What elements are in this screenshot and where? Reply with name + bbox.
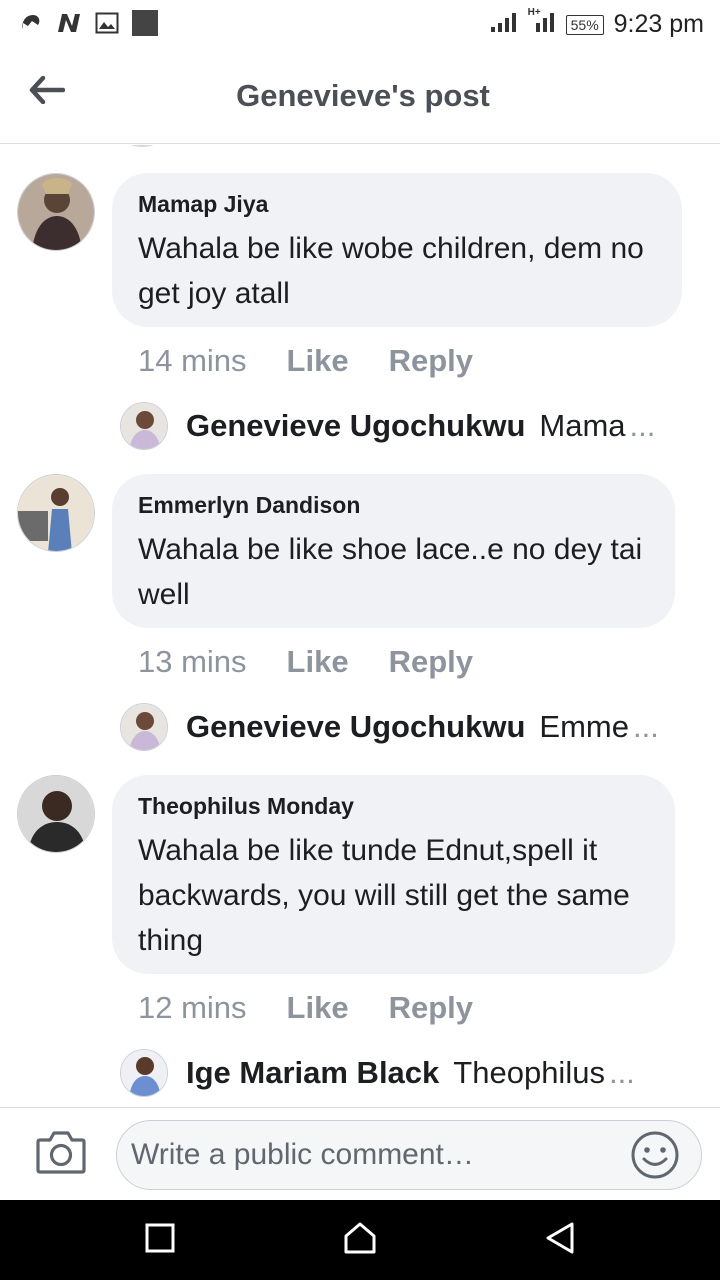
reply-text: Mama: [539, 408, 626, 443]
reply-author: Genevieve Ugochukwu: [186, 408, 526, 443]
reply-text: Theophilus: [453, 1055, 605, 1090]
recents-square-icon: [144, 1222, 176, 1259]
page-title: Genevieve's post: [236, 78, 490, 113]
reply-ellipsis: ...: [629, 408, 656, 443]
signal-icon: [490, 11, 518, 38]
comment-text: Wahala be like tunde Ednut,spell it back…: [138, 834, 630, 957]
comment-composer: [0, 1107, 720, 1200]
network-type-signal-icon: H+: [528, 7, 556, 38]
reply-preview[interactable]: Genevieve Ugochukwu Emme ...: [120, 703, 680, 751]
image-icon: [94, 10, 120, 36]
square-icon: [132, 10, 158, 36]
reply-avatar: [120, 402, 168, 450]
reply-button[interactable]: Reply: [389, 343, 473, 379]
reply-preview[interactable]: Ige Mariam Black Theophilus ...: [120, 1049, 680, 1097]
like-button[interactable]: Like: [287, 990, 349, 1026]
reply-preview[interactable]: Genevieve Ugochukwu Mama ...: [120, 402, 680, 450]
comment-input[interactable]: [116, 1120, 702, 1190]
avatar[interactable]: [17, 474, 95, 552]
battery-icon: 55%: [565, 14, 604, 35]
avatar[interactable]: [17, 173, 95, 251]
comment-meta: 14 mins Like Reply: [138, 343, 473, 379]
reply-button[interactable]: Reply: [389, 990, 473, 1026]
comment-time[interactable]: 12 mins: [138, 990, 247, 1026]
home-icon: [343, 1221, 377, 1260]
camera-button[interactable]: [34, 1128, 88, 1178]
avatar[interactable]: [17, 775, 95, 853]
system-nav-bar: [0, 1200, 720, 1280]
emoji-button[interactable]: [630, 1130, 680, 1180]
reply-ellipsis: ...: [632, 709, 659, 744]
comment-time[interactable]: 13 mins: [138, 644, 247, 680]
comment-bubble[interactable]: Emmerlyn Dandison Wahala be like shoe la…: [112, 474, 675, 628]
comment-meta: 12 mins Like Reply: [138, 990, 473, 1026]
comment-author[interactable]: Theophilus Monday: [138, 793, 649, 820]
clock: 9:23 pm: [613, 10, 704, 38]
app-header: Genevieve's post: [0, 50, 720, 144]
home-button[interactable]: [340, 1220, 380, 1260]
reply-avatar: [120, 703, 168, 751]
comment-meta: 13 mins Like Reply: [138, 644, 473, 680]
nav-back-button[interactable]: [540, 1220, 580, 1260]
status-bar: H+ 55% 9:23 pm: [0, 0, 720, 50]
comment-bubble[interactable]: Theophilus Monday Wahala be like tunde E…: [112, 775, 675, 974]
comment-text: Wahala be like shoe lace..e no dey tai w…: [138, 533, 643, 611]
reply-avatar: [120, 1049, 168, 1097]
comments-feed[interactable]: Mamap Jiya Wahala be like wobe children,…: [0, 145, 720, 1107]
like-button[interactable]: Like: [287, 644, 349, 680]
reply-author: Ige Mariam Black: [186, 1055, 440, 1090]
back-triangle-icon: [544, 1221, 576, 1260]
reply-ellipsis: ...: [608, 1055, 635, 1090]
smiley-icon: [630, 1131, 680, 1184]
partial-avatar: [127, 145, 157, 147]
comment-bubble[interactable]: Mamap Jiya Wahala be like wobe children,…: [112, 173, 682, 327]
comment-author[interactable]: Emmerlyn Dandison: [138, 492, 649, 519]
reply-author: Genevieve Ugochukwu: [186, 709, 526, 744]
comment-text: Wahala be like wobe children, dem no get…: [138, 232, 644, 310]
n-app-icon: [56, 10, 82, 36]
reply-button[interactable]: Reply: [389, 644, 473, 680]
comment-author[interactable]: Mamap Jiya: [138, 191, 656, 218]
reply-text: Emme: [539, 709, 629, 744]
camera-icon: [34, 1131, 88, 1182]
like-button[interactable]: Like: [287, 343, 349, 379]
messenger-icon: [18, 10, 44, 36]
recents-button[interactable]: [140, 1220, 180, 1260]
comment-time[interactable]: 14 mins: [138, 343, 247, 379]
